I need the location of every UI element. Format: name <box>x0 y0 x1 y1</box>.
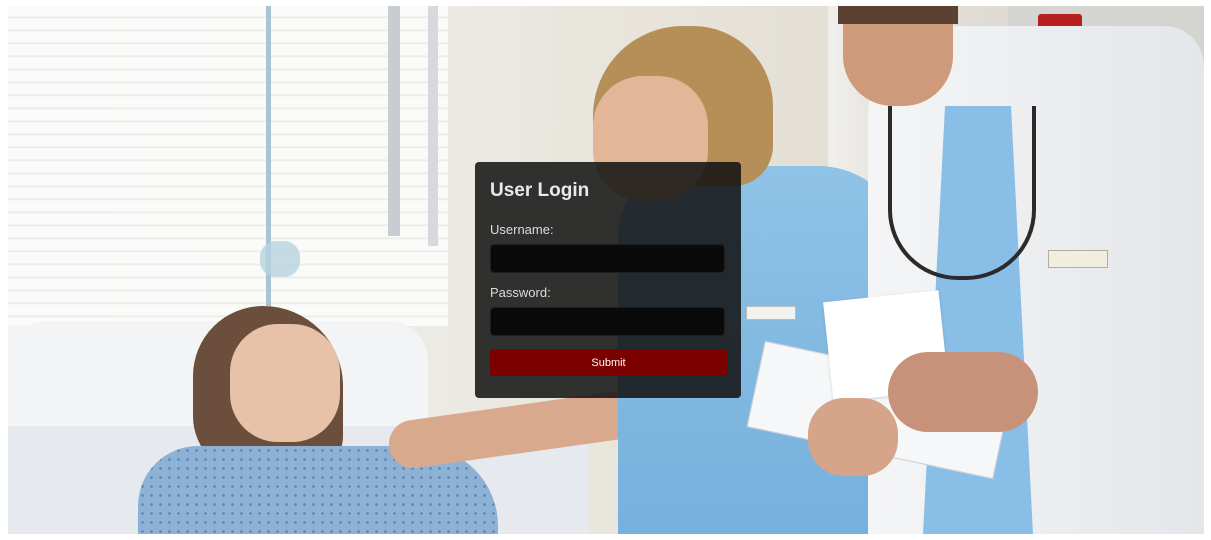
window-frame <box>388 6 400 236</box>
nurse-name-badge <box>746 306 796 320</box>
stethoscope <box>888 106 1036 280</box>
password-input[interactable] <box>490 307 725 336</box>
doctor-hand <box>888 352 1038 432</box>
window-frame <box>428 6 438 246</box>
username-label: Username: <box>490 222 554 237</box>
doctor-hand <box>808 398 898 476</box>
username-input[interactable] <box>490 244 725 273</box>
login-title: User Login <box>490 180 590 201</box>
iv-bag <box>260 241 300 277</box>
window-blinds <box>8 6 448 326</box>
doctor-hair <box>838 6 958 24</box>
doctor-name-badge <box>1048 250 1108 268</box>
submit-button[interactable]: Submit <box>490 349 727 376</box>
password-label: Password: <box>490 285 551 300</box>
patient-face <box>230 324 340 442</box>
login-panel: User Login Username: Password: Submit <box>475 162 741 398</box>
